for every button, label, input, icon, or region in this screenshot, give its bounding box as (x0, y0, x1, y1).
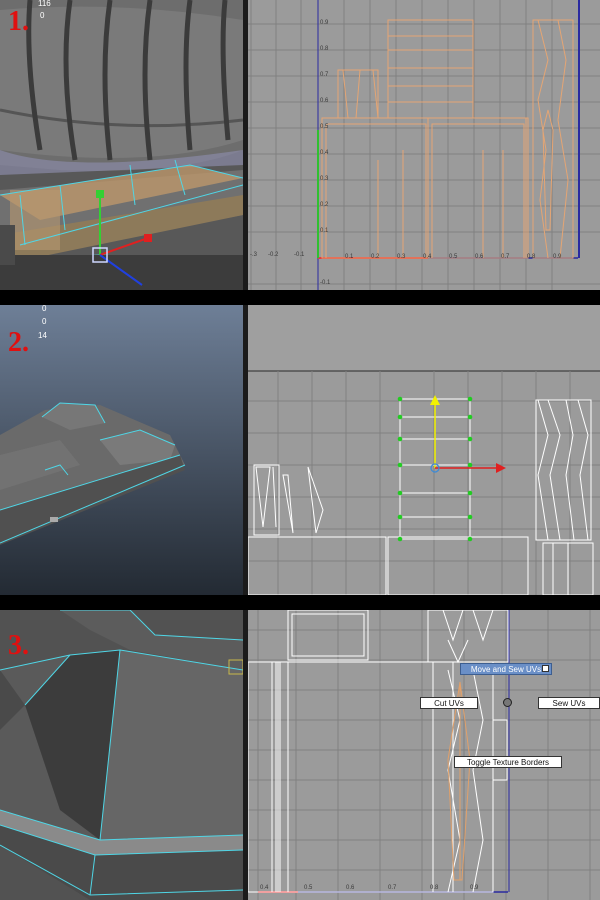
x-tick-label: 0.5 (449, 254, 458, 260)
step-number-3: 3. (8, 630, 29, 661)
x-tick-label: -0.1 (294, 252, 305, 258)
x-tick-label: 0.8 (430, 885, 439, 891)
y-tick-label: 0.7 (320, 72, 329, 78)
uv-editor-panel-2[interactable] (248, 305, 600, 595)
y-tick-label: 0.4 (320, 150, 329, 156)
toggle-texture-borders-menu-item[interactable]: Toggle Texture Borders (454, 756, 562, 768)
x-tick-label: 0.2 (371, 254, 380, 260)
y-tick-label: 0.6 (320, 98, 329, 104)
x-tick-label: 0.5 (304, 885, 313, 891)
x-tick-label: 0.9 (470, 885, 479, 891)
y-tick-label: 0.9 (320, 20, 329, 26)
y-tick-label: 0.1 (320, 228, 329, 234)
uv-editor-panel-3[interactable]: Move and Sew UVs Cut UVs Sew UVs Toggle … (248, 610, 600, 900)
x-tick-label: -.3 (250, 252, 258, 258)
move-manipulator-icon[interactable] (248, 305, 600, 595)
move-and-sew-uvs-menu-item[interactable]: Move and Sew UVs (460, 663, 552, 675)
y-tick-label: 0.2 (320, 202, 329, 208)
viewport-2-scene (0, 305, 243, 595)
x-tick-label: 0.6 (346, 885, 355, 891)
y-tick-label: 0.5 (320, 124, 329, 130)
option-box-icon[interactable] (542, 665, 549, 672)
x-tick-label: 0.6 (475, 254, 484, 260)
hud-value: 0 (40, 11, 45, 20)
uv-editor-panel-1[interactable]: -.3 -0.2 -0.1 0.1 0.2 0.3 0.4 0.5 0.6 0.… (248, 0, 600, 290)
hud-value: 0 (42, 305, 47, 313)
uv-grid-1 (248, 0, 600, 290)
x-tick-label: 0.7 (388, 885, 397, 891)
y-tick-label: 0.3 (320, 176, 329, 182)
cut-uvs-menu-item[interactable]: Cut UVs (420, 697, 478, 709)
x-tick-label: 0.3 (397, 254, 406, 260)
step-number-2: 2. (8, 327, 29, 358)
move-manipulator-icon[interactable] (0, 0, 243, 290)
row-divider (0, 595, 600, 610)
sew-uvs-menu-item[interactable]: Sew UVs (538, 697, 600, 709)
row-divider (0, 290, 600, 305)
x-tick-label: 0.8 (527, 254, 536, 260)
hud-value: 14 (38, 331, 47, 340)
radial-marking-menu-icon[interactable] (503, 698, 512, 707)
x-tick-label: 0.1 (345, 254, 354, 260)
x-tick-label: 0.4 (260, 885, 269, 891)
x-tick-label: 0.9 (553, 254, 562, 260)
x-tick-label: -0.2 (268, 252, 279, 258)
hud-value: 116 (38, 0, 51, 8)
step-number-1: 1. (8, 6, 29, 37)
y-tick-label: 0.8 (320, 46, 329, 52)
x-tick-label: 0.4 (423, 254, 432, 260)
viewport-panel-1[interactable]: 1. 116 0 (0, 0, 243, 290)
uv-grid-3 (248, 610, 600, 900)
viewport-3-scene (0, 610, 243, 900)
viewport-panel-2[interactable]: 2. 0 0 14 (0, 305, 243, 595)
hud-value: 0 (42, 317, 47, 326)
y-tick-label: -0.1 (320, 280, 331, 286)
viewport-panel-3[interactable]: 3. (0, 610, 243, 900)
x-tick-label: 0.7 (501, 254, 510, 260)
